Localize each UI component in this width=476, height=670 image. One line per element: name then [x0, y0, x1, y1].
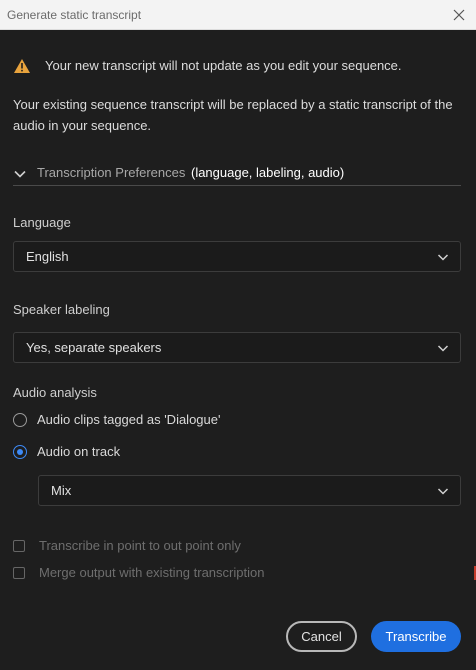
- transcript-dialog: Generate static transcript Your new tran…: [0, 0, 476, 670]
- window-title: Generate static transcript: [7, 8, 142, 22]
- audio-analysis-label: Audio analysis: [13, 385, 97, 400]
- radio-label: Audio on track: [37, 444, 121, 459]
- chevron-down-icon: [14, 170, 26, 178]
- warning-text: Your new transcript will not update as y…: [45, 58, 402, 73]
- transcribe-button[interactable]: Transcribe: [371, 621, 461, 652]
- checkbox[interactable]: [13, 567, 25, 579]
- preferences-title: Transcription Preferences (language, lab…: [37, 165, 344, 180]
- speaker-labeling-dropdown[interactable]: Yes, separate speakers: [13, 332, 461, 363]
- preferences-title-text: Transcription Preferences: [37, 165, 186, 180]
- close-icon[interactable]: [450, 6, 468, 24]
- checkbox-label: Merge output with existing transcription: [39, 565, 265, 580]
- radio-button-selected[interactable]: [13, 445, 27, 459]
- speaker-labeling-value: Yes, separate speakers: [26, 340, 162, 355]
- preferences-subtitle: (language, labeling, audio): [190, 165, 345, 180]
- warning-icon: [14, 59, 30, 73]
- chevron-down-icon: [437, 488, 449, 495]
- title-bar: Generate static transcript: [0, 0, 476, 30]
- language-value: English: [26, 249, 69, 264]
- track-dropdown[interactable]: Mix: [38, 475, 461, 506]
- language-dropdown[interactable]: English: [13, 241, 461, 272]
- radio-label: Audio clips tagged as 'Dialogue': [37, 412, 221, 427]
- cancel-button[interactable]: Cancel: [286, 621, 357, 652]
- preferences-toggle[interactable]: Transcription Preferences (language, lab…: [13, 162, 461, 186]
- chevron-down-icon: [437, 345, 449, 352]
- track-value: Mix: [51, 483, 72, 498]
- checkbox[interactable]: [13, 540, 25, 552]
- language-label: Language: [13, 215, 71, 230]
- chevron-down-icon: [437, 254, 449, 261]
- description-text: Your existing sequence transcript will b…: [13, 97, 453, 133]
- checkbox-label: Transcribe in point to out point only: [39, 538, 241, 553]
- speaker-labeling-label: Speaker labeling: [13, 302, 110, 317]
- radio-button[interactable]: [13, 413, 27, 427]
